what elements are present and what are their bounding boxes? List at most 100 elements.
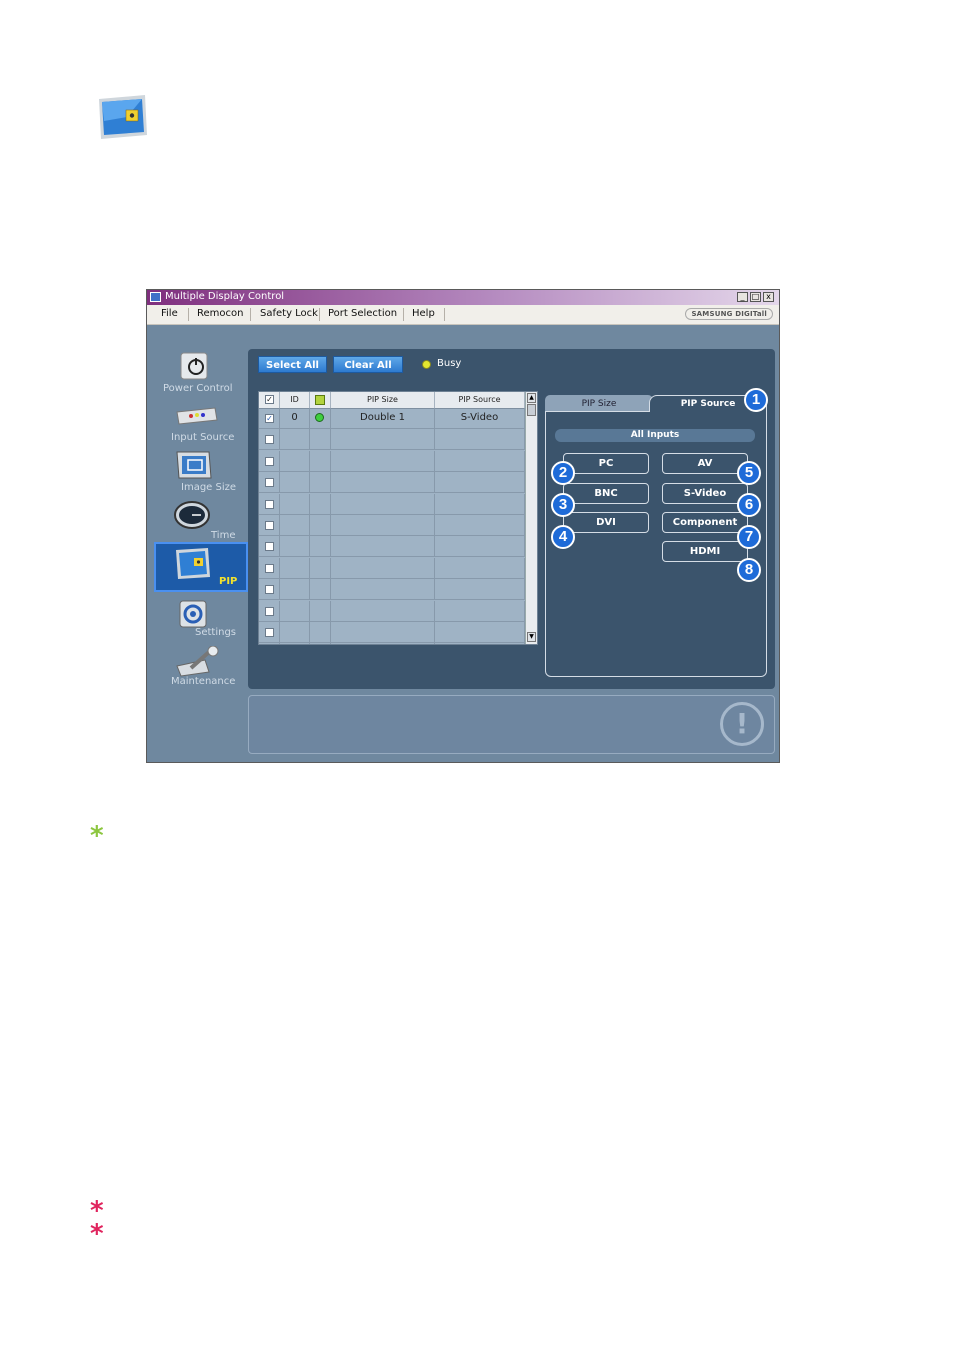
source-av-button[interactable]: AV — [662, 453, 748, 474]
menu-help[interactable]: Help — [412, 308, 435, 319]
clear-all-button[interactable]: Clear All — [333, 356, 403, 373]
maximize-button[interactable]: □ — [750, 292, 761, 302]
row-pip-size — [331, 622, 435, 643]
checkbox-icon[interactable] — [265, 563, 274, 573]
row-pip-source — [435, 622, 525, 643]
source-svideo-button[interactable]: S-Video — [662, 483, 748, 504]
sidebar-item-settings[interactable]: Settings — [155, 596, 245, 644]
table-row[interactable] — [259, 450, 525, 472]
table-row[interactable] — [259, 472, 525, 494]
source-component-button[interactable]: Component — [662, 512, 748, 533]
row-status-cell — [310, 622, 331, 643]
row-pip-size — [331, 557, 435, 579]
table-row[interactable] — [259, 536, 525, 558]
row-status-cell — [310, 557, 331, 579]
row-pip-source — [435, 579, 525, 601]
table-row[interactable] — [259, 557, 525, 579]
callout-5: 5 — [737, 461, 761, 485]
select-all-checkbox-header[interactable]: ✓ — [259, 392, 280, 408]
sidebar-item-maintenance[interactable]: Maintenance — [155, 644, 245, 692]
sidebar-item-pip[interactable]: PIP — [154, 542, 248, 592]
table-row[interactable] — [259, 579, 525, 601]
row-checkbox-cell — [259, 515, 280, 536]
warning-asterisk-icon: * — [90, 1196, 104, 1226]
checkbox-icon[interactable] — [265, 606, 274, 616]
row-checkbox-cell: ✓ — [259, 408, 280, 429]
checkbox-icon[interactable] — [265, 628, 274, 637]
row-pip-size — [331, 429, 435, 451]
row-pip-source: S-Video — [435, 408, 525, 429]
row-status-cell — [310, 536, 331, 558]
clock-icon — [174, 501, 210, 529]
row-pip-source — [435, 600, 525, 622]
grid-column-pip-size: PIP Size — [331, 392, 435, 408]
source-hdmi-button[interactable]: HDMI — [662, 541, 748, 562]
row-id — [280, 536, 310, 558]
grid-column-pip-source: PIP Source — [435, 392, 525, 408]
row-pip-source — [435, 493, 525, 515]
select-all-button[interactable]: Select All — [258, 356, 327, 373]
row-pip-size — [331, 493, 435, 515]
sidebar-item-input-source[interactable]: Input Source — [155, 398, 245, 446]
checkbox-icon[interactable] — [265, 499, 274, 509]
pip-page-icon — [97, 95, 149, 141]
table-row[interactable] — [259, 643, 525, 644]
row-id — [280, 579, 310, 601]
menu-file[interactable]: File — [161, 308, 178, 319]
callout-1: 1 — [744, 388, 768, 412]
row-status-cell — [310, 429, 331, 451]
row-pip-source — [435, 429, 525, 451]
grid-scrollbar[interactable]: ▲ ▼ — [525, 392, 537, 644]
row-status-cell — [310, 600, 331, 622]
title-bar[interactable]: Multiple Display Control _ □ x — [147, 290, 779, 305]
sidebar-item-label: Time — [211, 530, 236, 541]
source-pc-button[interactable]: PC — [563, 453, 649, 474]
scrollbar-thumb[interactable] — [527, 404, 536, 416]
table-row[interactable] — [259, 600, 525, 622]
row-id — [280, 429, 310, 451]
scroll-down-icon[interactable]: ▼ — [527, 632, 536, 642]
checkbox-icon[interactable] — [265, 478, 274, 488]
menu-remocon[interactable]: Remocon — [197, 308, 243, 319]
checkbox-icon[interactable] — [265, 456, 274, 466]
sidebar-item-image-size[interactable]: Image Size — [155, 448, 245, 496]
table-row[interactable] — [259, 493, 525, 515]
checkbox-icon[interactable] — [265, 585, 274, 595]
close-button[interactable]: x — [763, 292, 774, 302]
minimize-button[interactable]: _ — [737, 292, 748, 302]
row-status-cell — [310, 643, 331, 644]
row-status-cell — [310, 515, 331, 536]
table-row[interactable] — [259, 622, 525, 643]
note-asterisk-icon: * — [90, 821, 104, 851]
grid-column-id: ID — [280, 392, 310, 408]
checkbox-icon[interactable] — [265, 521, 274, 530]
window-title: Multiple Display Control — [165, 291, 285, 302]
table-row[interactable]: ✓ 0 Double 1 S-Video — [259, 408, 525, 429]
row-status-cell — [310, 493, 331, 515]
row-status-cell — [310, 450, 331, 472]
menu-port-selection[interactable]: Port Selection — [328, 308, 397, 319]
sidebar-item-time[interactable]: Time — [155, 498, 245, 546]
row-pip-size — [331, 643, 435, 644]
callout-3: 3 — [551, 493, 575, 517]
row-pip-source — [435, 450, 525, 472]
checkbox-icon[interactable] — [265, 435, 274, 445]
table-row[interactable] — [259, 429, 525, 451]
warning-icon: ! — [720, 702, 764, 746]
source-dvi-button[interactable]: DVI — [563, 512, 649, 533]
table-row[interactable] — [259, 515, 525, 536]
callout-6: 6 — [737, 493, 761, 517]
image-size-icon — [176, 451, 212, 479]
checkbox-icon[interactable] — [265, 542, 274, 552]
callout-8: 8 — [737, 558, 761, 582]
sidebar-item-label: Image Size — [181, 482, 237, 493]
row-pip-source — [435, 643, 525, 644]
tab-pip-size[interactable]: PIP Size — [545, 395, 653, 412]
row-checkbox-cell — [259, 450, 280, 472]
source-bnc-button[interactable]: BNC — [563, 483, 649, 504]
checkbox-checked-icon[interactable]: ✓ — [265, 414, 274, 423]
callout-7: 7 — [737, 525, 761, 549]
menu-safety-lock[interactable]: Safety Lock — [260, 308, 318, 319]
sidebar-item-power-control[interactable]: Power Control — [155, 348, 245, 396]
scroll-up-icon[interactable]: ▲ — [527, 393, 536, 403]
